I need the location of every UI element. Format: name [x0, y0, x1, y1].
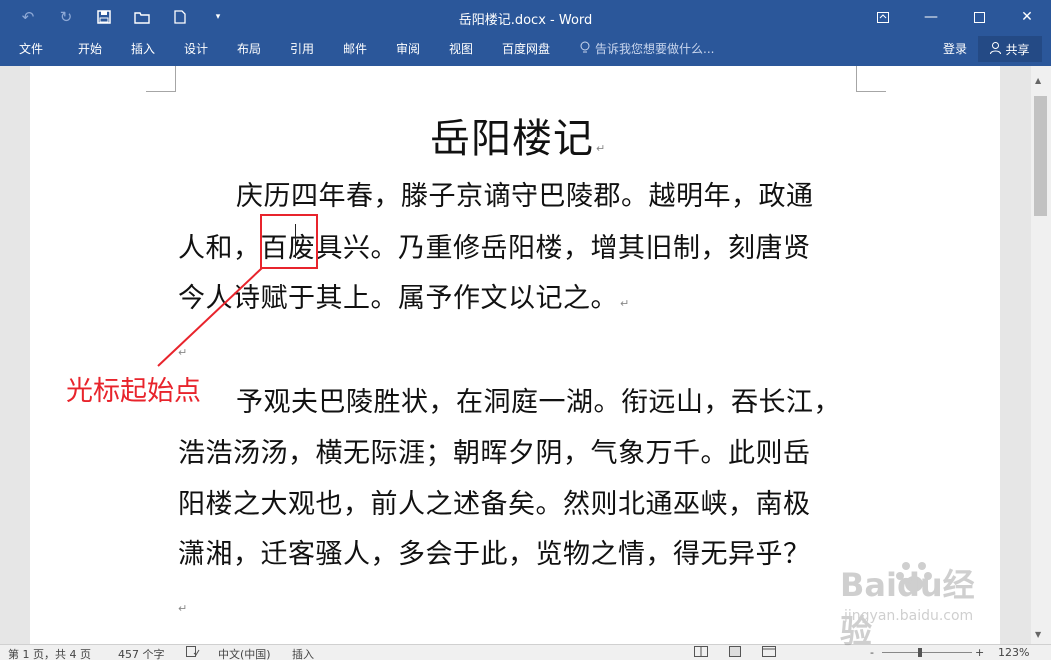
login-link[interactable]: 登录 [943, 40, 967, 57]
input-mode[interactable]: 插入 [292, 646, 314, 660]
tab-references[interactable]: 引用 [290, 40, 314, 57]
watermark-text: Baidu经验 [840, 566, 975, 650]
tab-mailings[interactable]: 邮件 [343, 40, 367, 57]
baidu-watermark: Baidu经验 jingyan.baidu.com [836, 540, 1006, 650]
word-count[interactable]: 457 个字 [118, 646, 165, 660]
tab-insert[interactable]: 插入 [131, 40, 155, 57]
tab-baidu-netdisk[interactable]: 百度网盘 [502, 40, 550, 57]
web-layout-icon[interactable] [762, 646, 776, 660]
vertical-scrollbar[interactable]: ▲ ▼ [1031, 66, 1051, 644]
tab-design[interactable]: 设计 [184, 40, 208, 57]
minimize-icon[interactable]: — [907, 0, 955, 34]
person-icon [990, 41, 1002, 57]
language[interactable]: 中文(中国) [218, 646, 271, 660]
tab-layout[interactable]: 布局 [237, 40, 261, 57]
page-count[interactable]: 第 1 页，共 4 页 [8, 646, 91, 660]
zoom-slider-track[interactable] [882, 652, 972, 653]
tab-file[interactable]: 文件 [19, 40, 43, 57]
scroll-down-icon[interactable]: ▼ [1035, 630, 1041, 639]
tab-review[interactable]: 审阅 [396, 40, 420, 57]
read-mode-icon[interactable] [694, 646, 708, 660]
watermark-url: jingyan.baidu.com [844, 608, 974, 624]
tell-me-text: 告诉我您想要做什么... [595, 42, 715, 56]
print-layout-icon[interactable] [729, 646, 741, 660]
ribbon-tabs: 文件 开始 插入 设计 布局 引用 邮件 审阅 视图 百度网盘 告诉我您想要做什… [0, 34, 1051, 66]
scroll-up-icon[interactable]: ▲ [1035, 76, 1041, 85]
share-label: 共享 [1005, 42, 1030, 57]
title-bar: ↶ ↻ ▾ 岳阳楼记.docx - Word — ✕ [0, 0, 1051, 34]
ribbon-display-options-icon[interactable] [859, 0, 907, 34]
scrollbar-thumb[interactable] [1034, 96, 1047, 216]
tab-view[interactable]: 视图 [449, 40, 473, 57]
tab-home[interactable]: 开始 [78, 40, 102, 57]
proofing-icon[interactable] [186, 646, 200, 660]
maximize-icon[interactable] [955, 0, 1003, 34]
tell-me-search[interactable]: 告诉我您想要做什么... [580, 40, 714, 57]
close-icon[interactable]: ✕ [1003, 0, 1051, 34]
window-controls: — ✕ [859, 0, 1051, 34]
lightbulb-icon [580, 41, 590, 57]
cursor-start-label: 光标起始点 [66, 376, 201, 407]
share-button[interactable]: 共享 [978, 36, 1042, 62]
